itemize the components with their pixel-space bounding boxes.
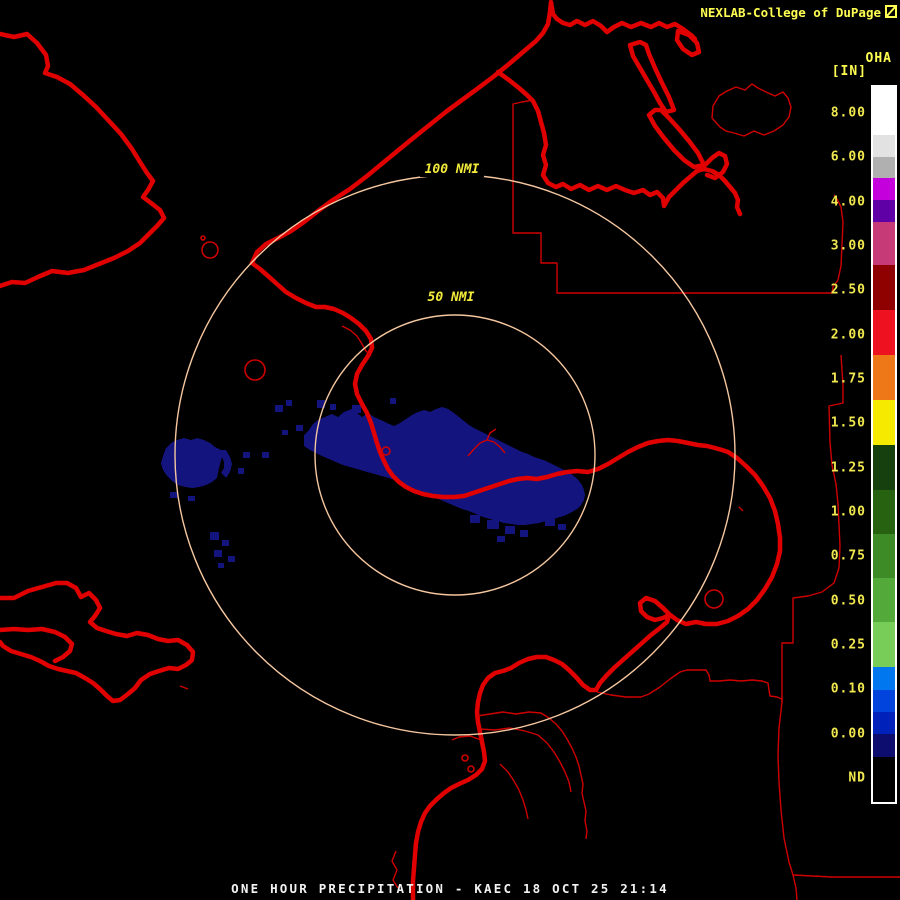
- radar-display: 50 NMI 100 NMI NEXLAB-College of DuPage O…: [0, 0, 900, 900]
- county-boundary: [711, 83, 792, 137]
- colorbar-tick-label: 2.00: [830, 327, 866, 343]
- coastline: [674, 28, 702, 58]
- colorbar-tick-label: 1.50: [830, 415, 866, 431]
- county-boundary: [738, 506, 744, 512]
- attribution-text: NEXLAB-College of DuPage: [700, 5, 881, 20]
- precip-pixel: [352, 405, 361, 413]
- coastline: [646, 107, 707, 170]
- cod-logo-icon: [885, 5, 897, 18]
- colorbar-segment: [873, 757, 895, 800]
- colorbar-segment: [873, 400, 895, 445]
- coastline: [0, 580, 196, 704]
- colorbar-segment: [873, 734, 895, 757]
- precip-pixel: [497, 536, 505, 542]
- colorbar-tick-label: 4.00: [830, 194, 866, 210]
- precip-pixel: [487, 520, 499, 529]
- precip-pixel: [210, 532, 219, 540]
- colorbar-tick-label: 1.25: [830, 460, 866, 476]
- product-code-label: OHA: [865, 51, 892, 66]
- precip-pixel: [470, 515, 480, 523]
- precip-pixel: [170, 492, 178, 498]
- precip-pixel: [558, 524, 566, 530]
- precip-pixel: [214, 550, 222, 557]
- colorbar-tick-label: 0.25: [830, 637, 866, 653]
- colorbar-tick-label: 2.50: [830, 282, 866, 298]
- precip-pixel: [390, 398, 396, 404]
- coastline: [249, 0, 698, 266]
- county-boundary: [179, 685, 189, 690]
- county-boundary: [499, 763, 529, 820]
- county-boundary: [451, 735, 482, 741]
- colorbar-segment: [873, 445, 895, 490]
- county-boundary: [596, 669, 783, 702]
- precip-pixel: [282, 430, 288, 435]
- precip-pixel: [188, 496, 195, 501]
- precip-pixel: [296, 425, 303, 431]
- range-ring-label: 50 NMI: [428, 290, 475, 305]
- precip-pixel: [505, 526, 515, 534]
- island-outline: [704, 589, 724, 609]
- colorbar-tick-label: 0.00: [830, 726, 866, 742]
- precip-pixel: [238, 468, 244, 474]
- island-outline: [200, 235, 206, 241]
- colorbar-tick-label: 1.00: [830, 504, 866, 520]
- precip-pixel: [262, 452, 269, 458]
- island-outline: [201, 241, 219, 259]
- colorbar-segment: [873, 87, 895, 135]
- colorbar-segment: [873, 178, 895, 200]
- county-boundary: [792, 874, 900, 878]
- colorbar-segment: [873, 578, 895, 622]
- island-outline: [467, 765, 475, 773]
- colorbar-tick-label: ND: [848, 770, 866, 786]
- island-outline: [244, 359, 266, 381]
- colorbar-segment: [873, 534, 895, 578]
- precip-pixel: [222, 540, 229, 546]
- colorbar-segment: [873, 667, 895, 690]
- colorbar-tick-label: 1.75: [830, 371, 866, 387]
- units-label: [IN]: [831, 64, 867, 79]
- precip-area: [304, 407, 585, 525]
- colorbar-segment: [873, 265, 895, 310]
- colorbar-segment: [873, 135, 895, 157]
- product-title: ONE HOUR PRECIPITATION - KAEC 18 OCT 25 …: [231, 881, 669, 896]
- coastline: [0, 626, 75, 664]
- county-boundary: [478, 727, 572, 793]
- coastline: [627, 39, 677, 115]
- colorbar-segment: [873, 200, 895, 222]
- precip-pixel: [545, 518, 555, 526]
- precip-pixel: [228, 556, 235, 562]
- colorbar-segment: [873, 157, 895, 178]
- colorbar-segment: [873, 690, 895, 712]
- colorbar-tick-label: 3.00: [830, 238, 866, 254]
- colorbar-segment: [873, 712, 895, 734]
- colorbar-segment: [873, 310, 895, 355]
- county-boundary: [777, 354, 844, 900]
- coastline: [0, 31, 167, 289]
- range-ring-label: 100 NMI: [425, 162, 480, 177]
- colorbar-segment: [873, 222, 895, 265]
- county-boundary: [476, 711, 588, 840]
- colorbar-segment: [873, 622, 895, 667]
- colorbar-segment: [873, 355, 895, 400]
- precip-pixel: [330, 404, 336, 410]
- attribution-row: NEXLAB-College of DuPage: [700, 5, 897, 20]
- precip-pixel: [218, 563, 224, 568]
- precip-area: [161, 438, 232, 488]
- island-outline: [461, 754, 469, 762]
- precip-pixel: [520, 530, 528, 537]
- precip-pixel: [275, 405, 283, 412]
- precip-pixel: [286, 400, 292, 406]
- colorbar-tick-label: 0.10: [830, 681, 866, 697]
- colorbar-segment: [873, 490, 895, 534]
- colorbar-tick-label: 8.00: [830, 105, 866, 121]
- precip-pixel: [243, 452, 250, 458]
- colorbar-tick-label: 6.00: [830, 149, 866, 165]
- radar-map: 50 NMI 100 NMI: [0, 0, 900, 900]
- coastline: [495, 69, 743, 217]
- precip-colorbar: [871, 85, 897, 804]
- colorbar-tick-label: 0.75: [830, 548, 866, 564]
- colorbar-tick-label: 0.50: [830, 593, 866, 609]
